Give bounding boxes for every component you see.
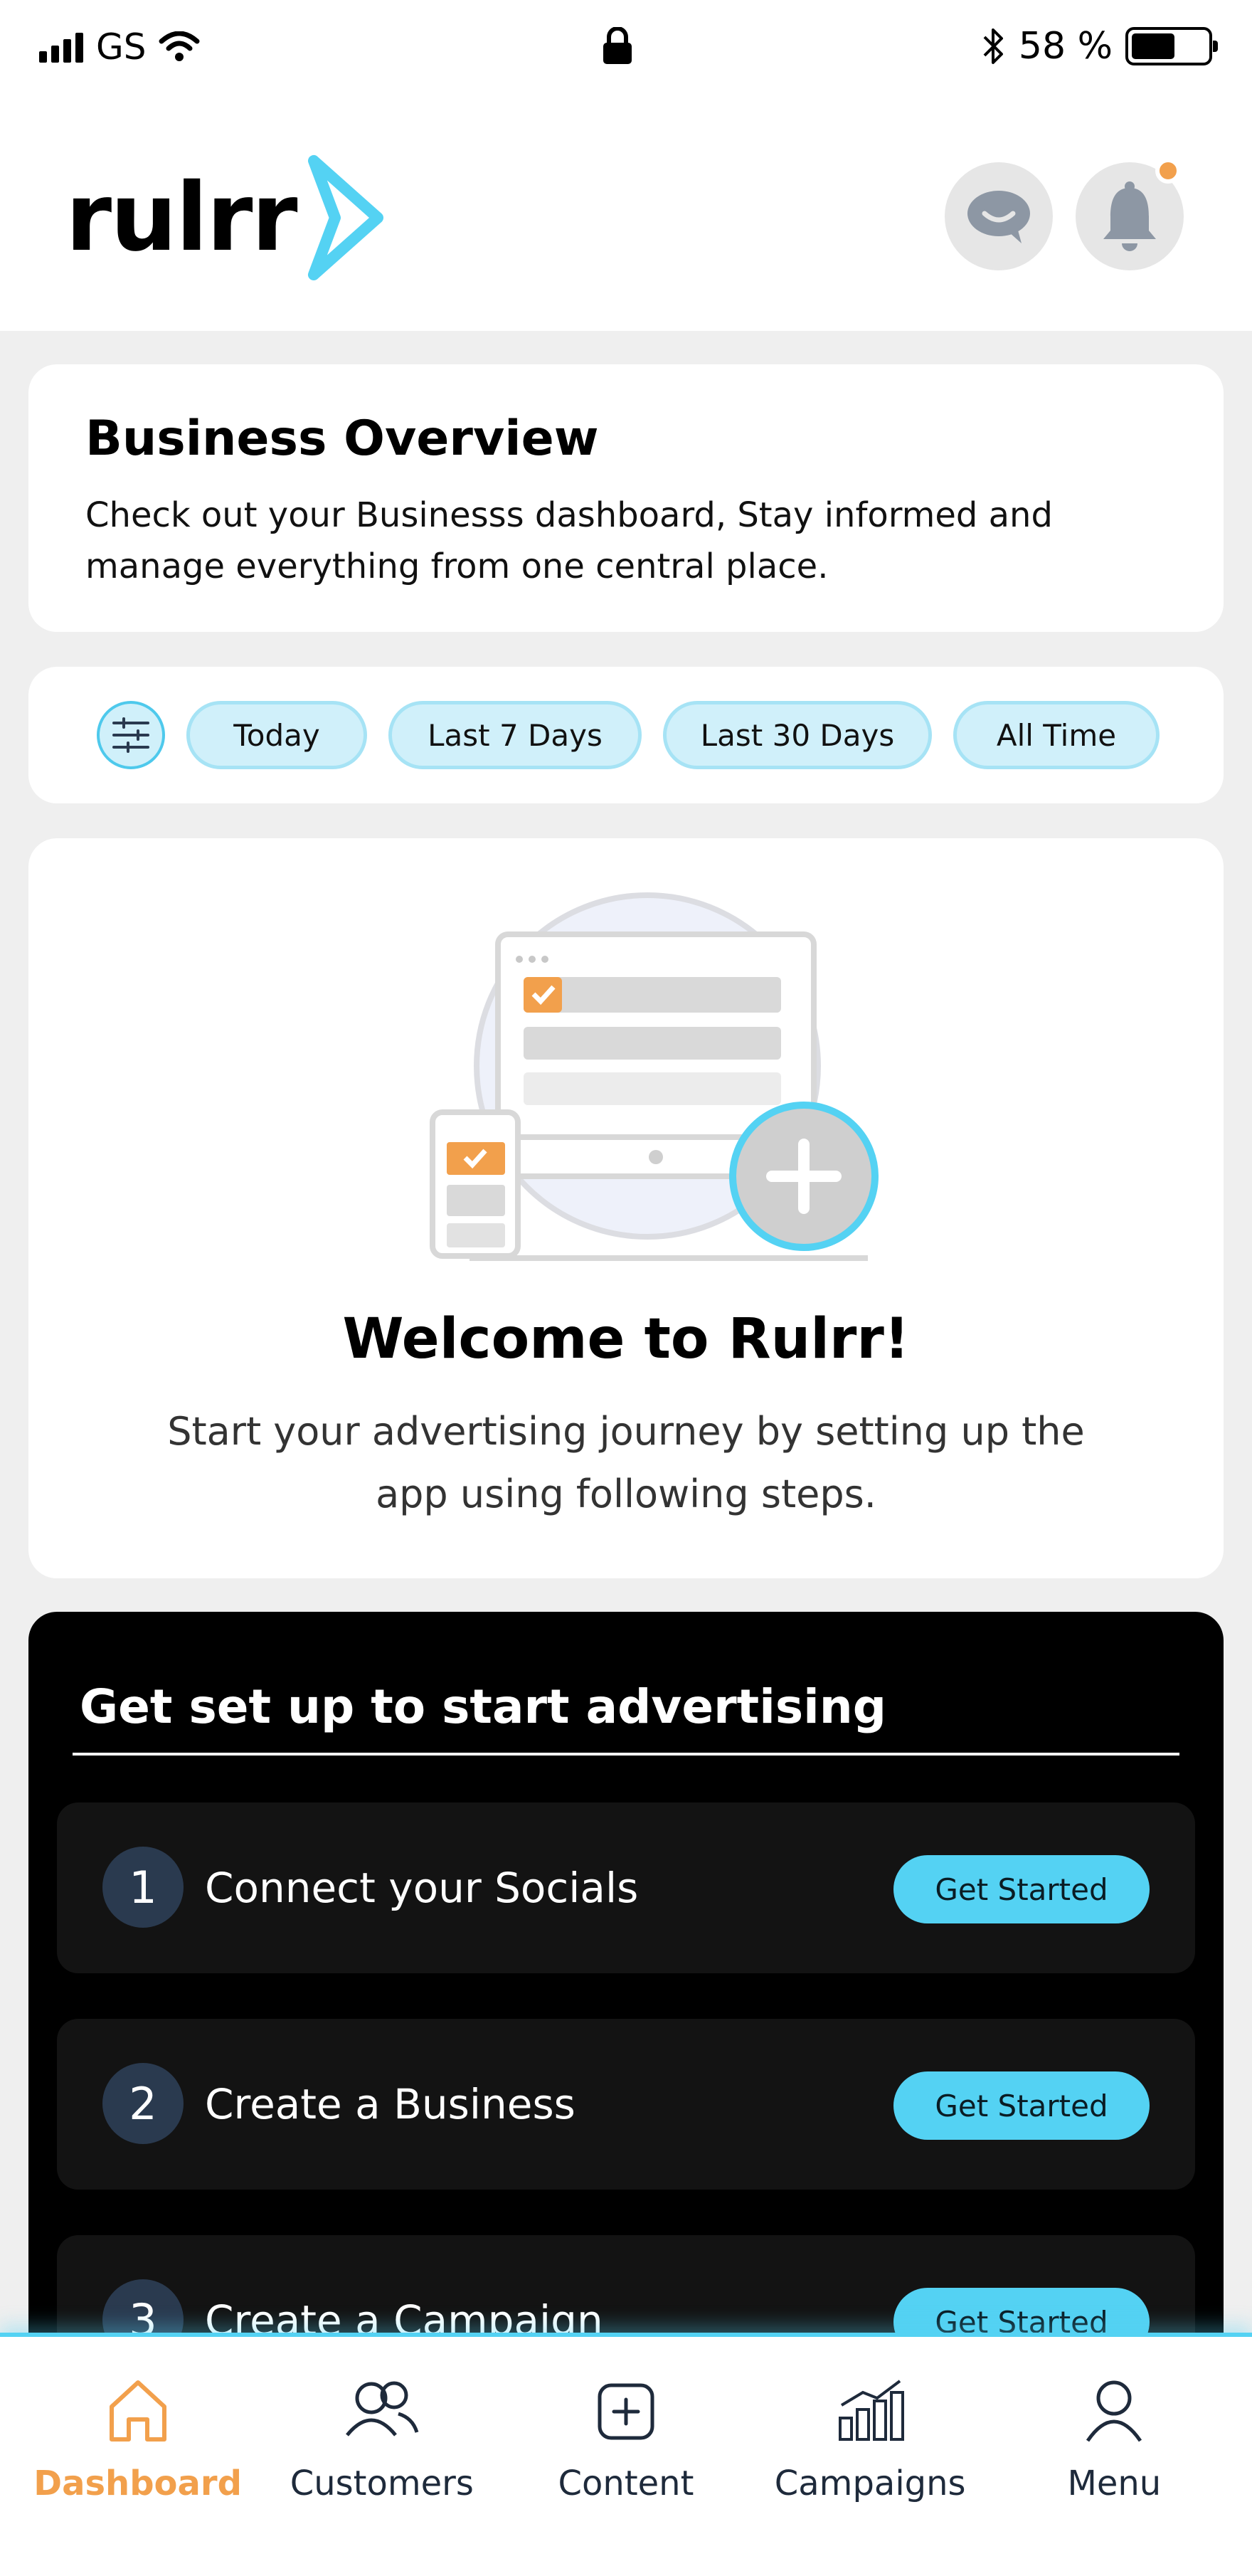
nav-dashboard[interactable]: Dashboard [21, 2337, 255, 2576]
step-number: 1 [102, 1847, 184, 1928]
date-filter-bar: Today Last 7 Days Last 30 Days All Time [28, 667, 1224, 803]
devices-setup-illustration [430, 892, 879, 1261]
overview-description: Check out your Businesss dashboard, Stay… [85, 495, 1053, 586]
setup-step-connect-socials: 1 Connect your Socials Get Started [57, 1802, 1195, 1973]
sliders-icon [112, 717, 149, 753]
get-started-button[interactable]: Get Started [893, 2071, 1150, 2140]
filter-chip-today[interactable]: Today [186, 701, 367, 769]
filter-chip-last-7-days[interactable]: Last 7 Days [388, 701, 642, 769]
bottom-navigation: Dashboard Customers Content Campaigns Me… [0, 2333, 1252, 2576]
business-overview-card: Business Overview Check out your Busines… [28, 364, 1224, 632]
nav-content[interactable]: Content [509, 2337, 743, 2576]
chat-bubble-icon [967, 191, 1030, 243]
status-right: 58 % [982, 24, 1218, 68]
rulrr-logo[interactable]: rulrr [65, 154, 386, 282]
welcome-card: Welcome to Rulrr! Start your advertising… [28, 838, 1224, 1578]
chat-button[interactable] [945, 162, 1053, 270]
status-left: GS [39, 26, 200, 68]
step-label: Create a Business [205, 2080, 575, 2128]
carrier-name: GS [96, 26, 147, 68]
nav-label: Dashboard [33, 2464, 242, 2503]
user-icon [1086, 2380, 1142, 2442]
nav-label: Menu [1067, 2464, 1162, 2503]
filter-settings-button[interactable] [97, 701, 165, 769]
get-started-button[interactable]: Get Started [893, 1855, 1150, 1923]
welcome-subtitle: Start your advertising journey by settin… [167, 1409, 1085, 1516]
bluetooth-icon [983, 28, 1003, 64]
filter-chip-all-time[interactable]: All Time [953, 701, 1160, 769]
bar-chart-icon [839, 2380, 905, 2441]
battery-fill [1132, 33, 1175, 59]
setup-step-create-business: 2 Create a Business Get Started [57, 2019, 1195, 2190]
signal-icon [39, 31, 83, 63]
plus-square-icon [598, 2383, 654, 2440]
setup-divider [73, 1753, 1179, 1756]
home-icon [109, 2380, 166, 2442]
nav-label: Campaigns [774, 2464, 966, 2503]
logo-arrow-icon [307, 155, 383, 280]
welcome-title: Welcome to Rulrr! [342, 1307, 910, 1371]
nav-label: Customers [290, 2464, 474, 2503]
nav-campaigns[interactable]: Campaigns [753, 2337, 987, 2576]
notification-button[interactable] [1076, 158, 1184, 270]
battery-percent: 58 % [1018, 25, 1113, 68]
users-icon [345, 2381, 419, 2437]
bell-icon [1103, 181, 1156, 251]
filter-chip-last-30-days[interactable]: Last 30 Days [663, 701, 932, 769]
step-label: Connect your Socials [205, 1864, 639, 1912]
app-header: rulrr [0, 93, 1252, 331]
step-number: 2 [102, 2063, 184, 2144]
lock-icon [600, 26, 635, 67]
notification-badge [1155, 158, 1181, 184]
nav-customers[interactable]: Customers [265, 2337, 499, 2576]
logo-text: rulrr [65, 163, 298, 273]
overview-title: Business Overview [85, 411, 599, 467]
status-bar: GS 58 % [0, 0, 1252, 93]
setup-title: Get set up to start advertising [80, 1679, 886, 1734]
nav-menu[interactable]: Menu [997, 2337, 1231, 2576]
nav-label: Content [558, 2464, 694, 2503]
wifi-icon [159, 31, 200, 61]
battery-icon [1125, 27, 1218, 65]
